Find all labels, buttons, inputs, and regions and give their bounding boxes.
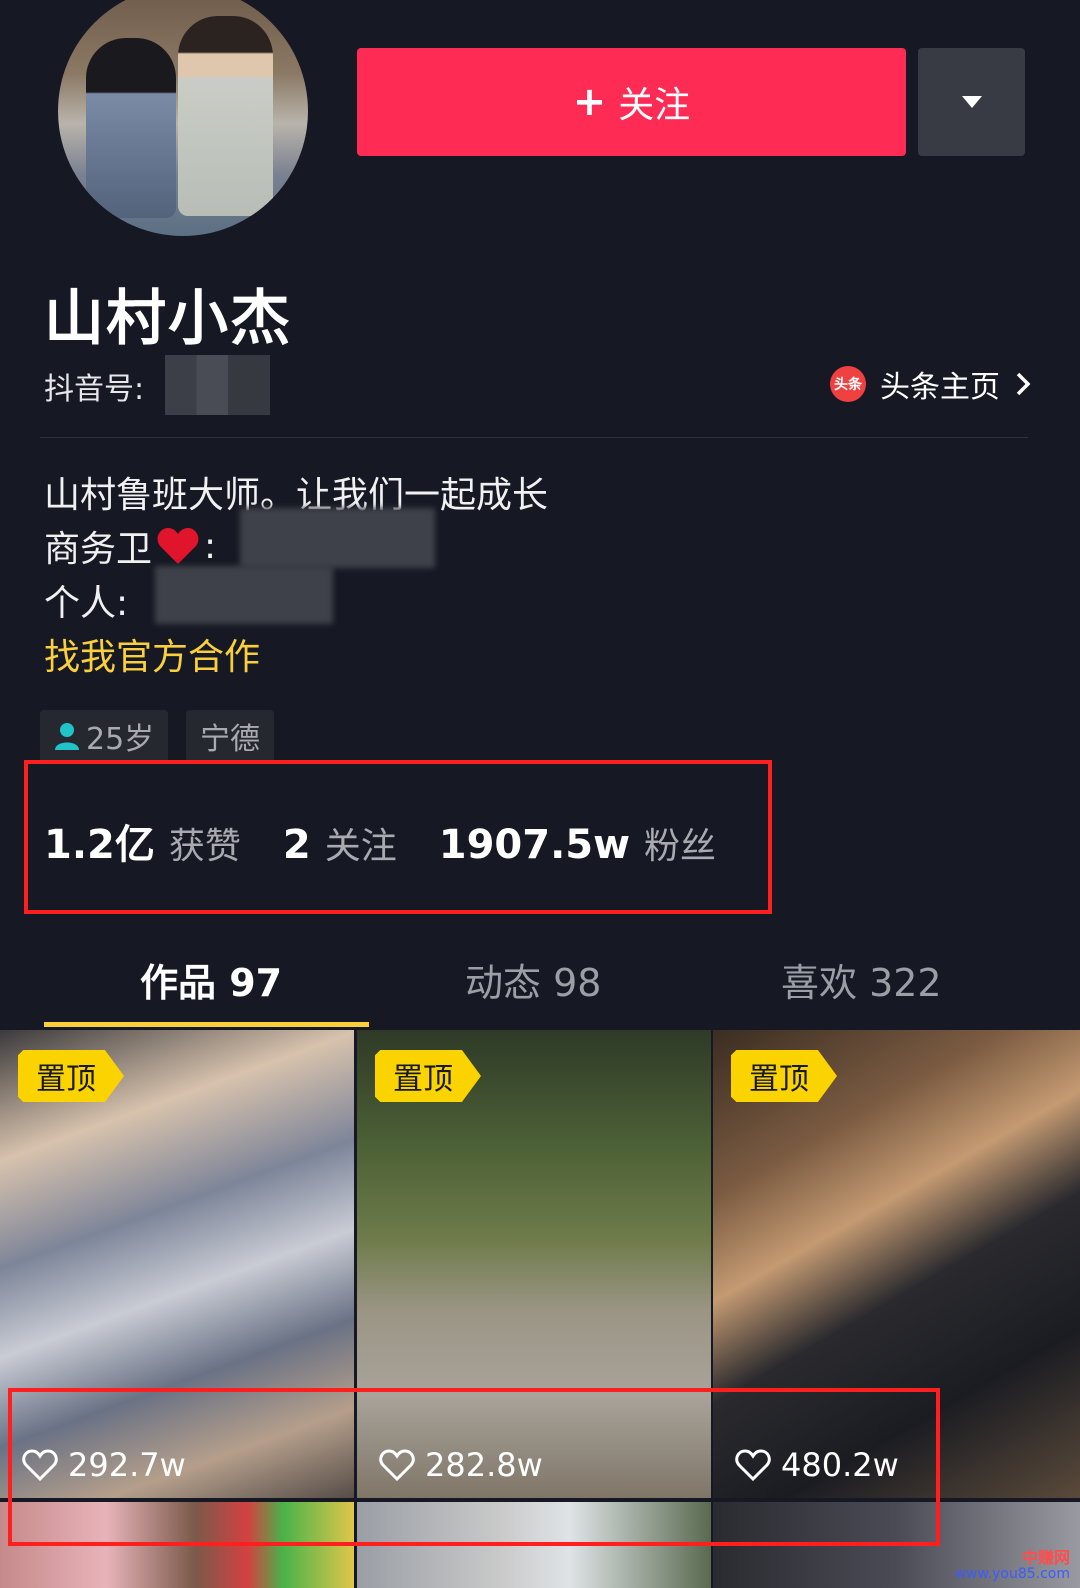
follow-button[interactable]: + 关注 xyxy=(357,48,906,156)
bio-business-colon: : xyxy=(204,525,217,567)
chevron-right-icon xyxy=(1016,372,1031,396)
bio-line-3: 个人: xyxy=(44,583,129,624)
tab-works[interactable]: 作品 97 xyxy=(140,952,282,1007)
uid-value-blurred xyxy=(165,355,270,415)
age-tag: 25岁 xyxy=(40,710,169,762)
person-icon xyxy=(55,723,79,750)
location-text: 宁德 xyxy=(200,722,260,757)
toutiao-link-label: 头条主页 xyxy=(880,370,1000,405)
fans-label[interactable]: 粉丝 xyxy=(644,817,716,869)
fans-count[interactable]: 1907.5w xyxy=(439,822,630,868)
uid-label: 抖音号: xyxy=(44,372,145,407)
toutiao-homepage-link[interactable]: 头条 头条主页 xyxy=(830,362,1032,406)
location-tag: 宁德 xyxy=(186,710,274,762)
likes-annotation-box xyxy=(8,1388,940,1546)
watermark-line-2: www.you85.com xyxy=(954,1565,1070,1582)
avatar[interactable] xyxy=(58,0,308,236)
stats-row: 1.2亿 获赞 2 关注 1907.5w 粉丝 xyxy=(44,812,716,870)
likes-label: 获赞 xyxy=(168,826,241,867)
divider xyxy=(40,437,1028,438)
nickname: 山村小杰 xyxy=(44,284,292,354)
business-contact-blurred xyxy=(240,508,435,568)
watermark: 中赚网 www.you85.com xyxy=(955,1549,1070,1582)
official-cooperation-link[interactable]: 找我官方合作 xyxy=(44,628,260,680)
avatar-person-left xyxy=(86,38,176,218)
personal-contact-blurred xyxy=(155,566,333,624)
pinned-badge: 置顶 xyxy=(375,1050,481,1102)
plus-icon: + xyxy=(572,79,607,125)
likes-count: 1.2亿 xyxy=(44,822,155,868)
pinned-badge: 置顶 xyxy=(731,1050,837,1102)
avatar-person-right xyxy=(178,16,273,216)
bio-business-label: 商务卫 xyxy=(44,529,153,570)
tab-active-indicator xyxy=(44,1022,369,1027)
heart-emoji-icon xyxy=(157,528,199,564)
caret-down-icon xyxy=(961,96,982,108)
pinned-badge: 置顶 xyxy=(18,1050,124,1102)
following-label[interactable]: 关注 xyxy=(325,817,397,869)
more-options-button[interactable] xyxy=(918,48,1025,156)
watermark-line-1: 中赚网 xyxy=(1021,1548,1070,1568)
follow-label: 关注 xyxy=(618,85,691,126)
tab-dynamic[interactable]: 动态 98 xyxy=(465,952,601,1007)
age-text: 25岁 xyxy=(86,722,155,757)
tab-likes[interactable]: 喜欢 322 xyxy=(781,952,942,1007)
following-count[interactable]: 2 xyxy=(283,822,311,868)
toutiao-icon: 头条 xyxy=(830,366,866,402)
bio-line-2: 商务卫 : xyxy=(44,520,216,572)
